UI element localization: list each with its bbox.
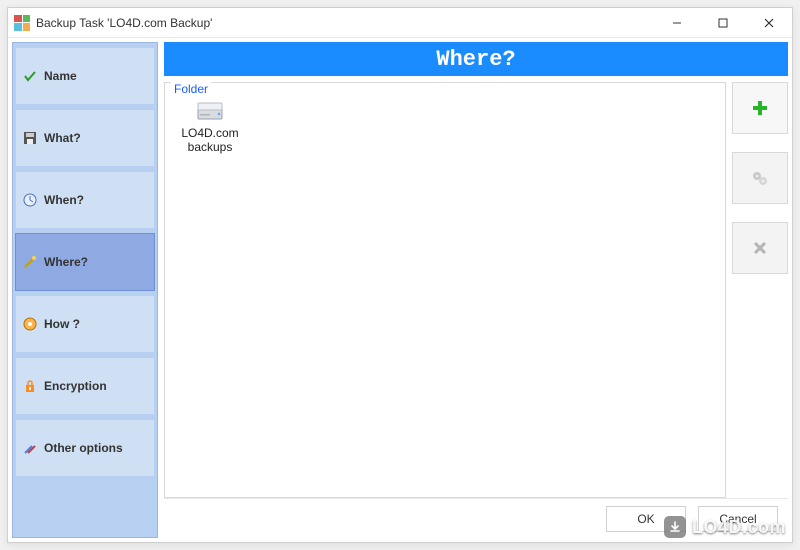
close-icon [752,240,768,256]
configure-destination-button[interactable] [732,152,788,204]
sidebar-item-name[interactable]: Name [15,47,155,105]
minimize-icon [672,18,682,28]
check-icon [22,68,38,84]
maximize-button[interactable] [700,8,746,37]
sidebar-item-label: What? [44,131,81,145]
sidebar-item-other-options[interactable]: Other options [15,419,155,477]
sidebar-item-label: When? [44,193,84,207]
action-column [732,82,788,498]
main-content: Where? Folder LO4D. [164,42,788,538]
window-controls [654,8,792,37]
download-icon [664,516,686,538]
sidebar-item-how[interactable]: How ? [15,295,155,353]
destination-label-line1: LO4D.com [175,126,245,140]
page-title: Where? [164,42,788,76]
add-destination-button[interactable] [732,82,788,134]
window-title: Backup Task 'LO4D.com Backup' [36,16,654,30]
sidebar-item-label: Name [44,69,77,83]
minimize-button[interactable] [654,8,700,37]
tools-icon [22,440,38,456]
watermark: LO4D.com [664,516,786,538]
folder-panel-legend: Folder [171,82,211,96]
plus-icon [751,99,769,117]
sidebar-item-label: Other options [44,441,123,455]
close-icon [764,18,774,28]
destination-label-line2: backups [175,140,245,154]
window-body: Name What? When? Where? [8,38,792,542]
sidebar-item-what[interactable]: What? [15,109,155,167]
sidebar-item-label: Where? [44,255,88,269]
watermark-text: LO4D.com [692,517,786,538]
wizard-sidebar: Name What? When? Where? [12,42,158,538]
sidebar-item-label: Encryption [44,379,107,393]
titlebar: Backup Task 'LO4D.com Backup' [8,8,792,38]
destination-item[interactable]: LO4D.com backups [175,101,245,155]
sidebar-item-encryption[interactable]: Encryption [15,357,155,415]
lock-icon [22,378,38,394]
folder-panel: Folder LO4D.com backups [164,82,726,498]
floppy-icon [22,130,38,146]
sidebar-item-where[interactable]: Where? [15,233,155,291]
close-window-button[interactable] [746,8,792,37]
app-icon [14,15,30,31]
clock-icon [22,192,38,208]
wand-icon [22,254,38,270]
drive-icon [175,101,245,123]
remove-destination-button[interactable] [732,222,788,274]
maximize-icon [718,18,728,28]
gear-icon [750,168,770,188]
sidebar-item-label: How ? [44,317,80,331]
app-window: Backup Task 'LO4D.com Backup' Name [7,7,793,543]
disc-icon [22,316,38,332]
sidebar-item-when[interactable]: When? [15,171,155,229]
content-row: Folder LO4D.com backups [164,76,788,498]
